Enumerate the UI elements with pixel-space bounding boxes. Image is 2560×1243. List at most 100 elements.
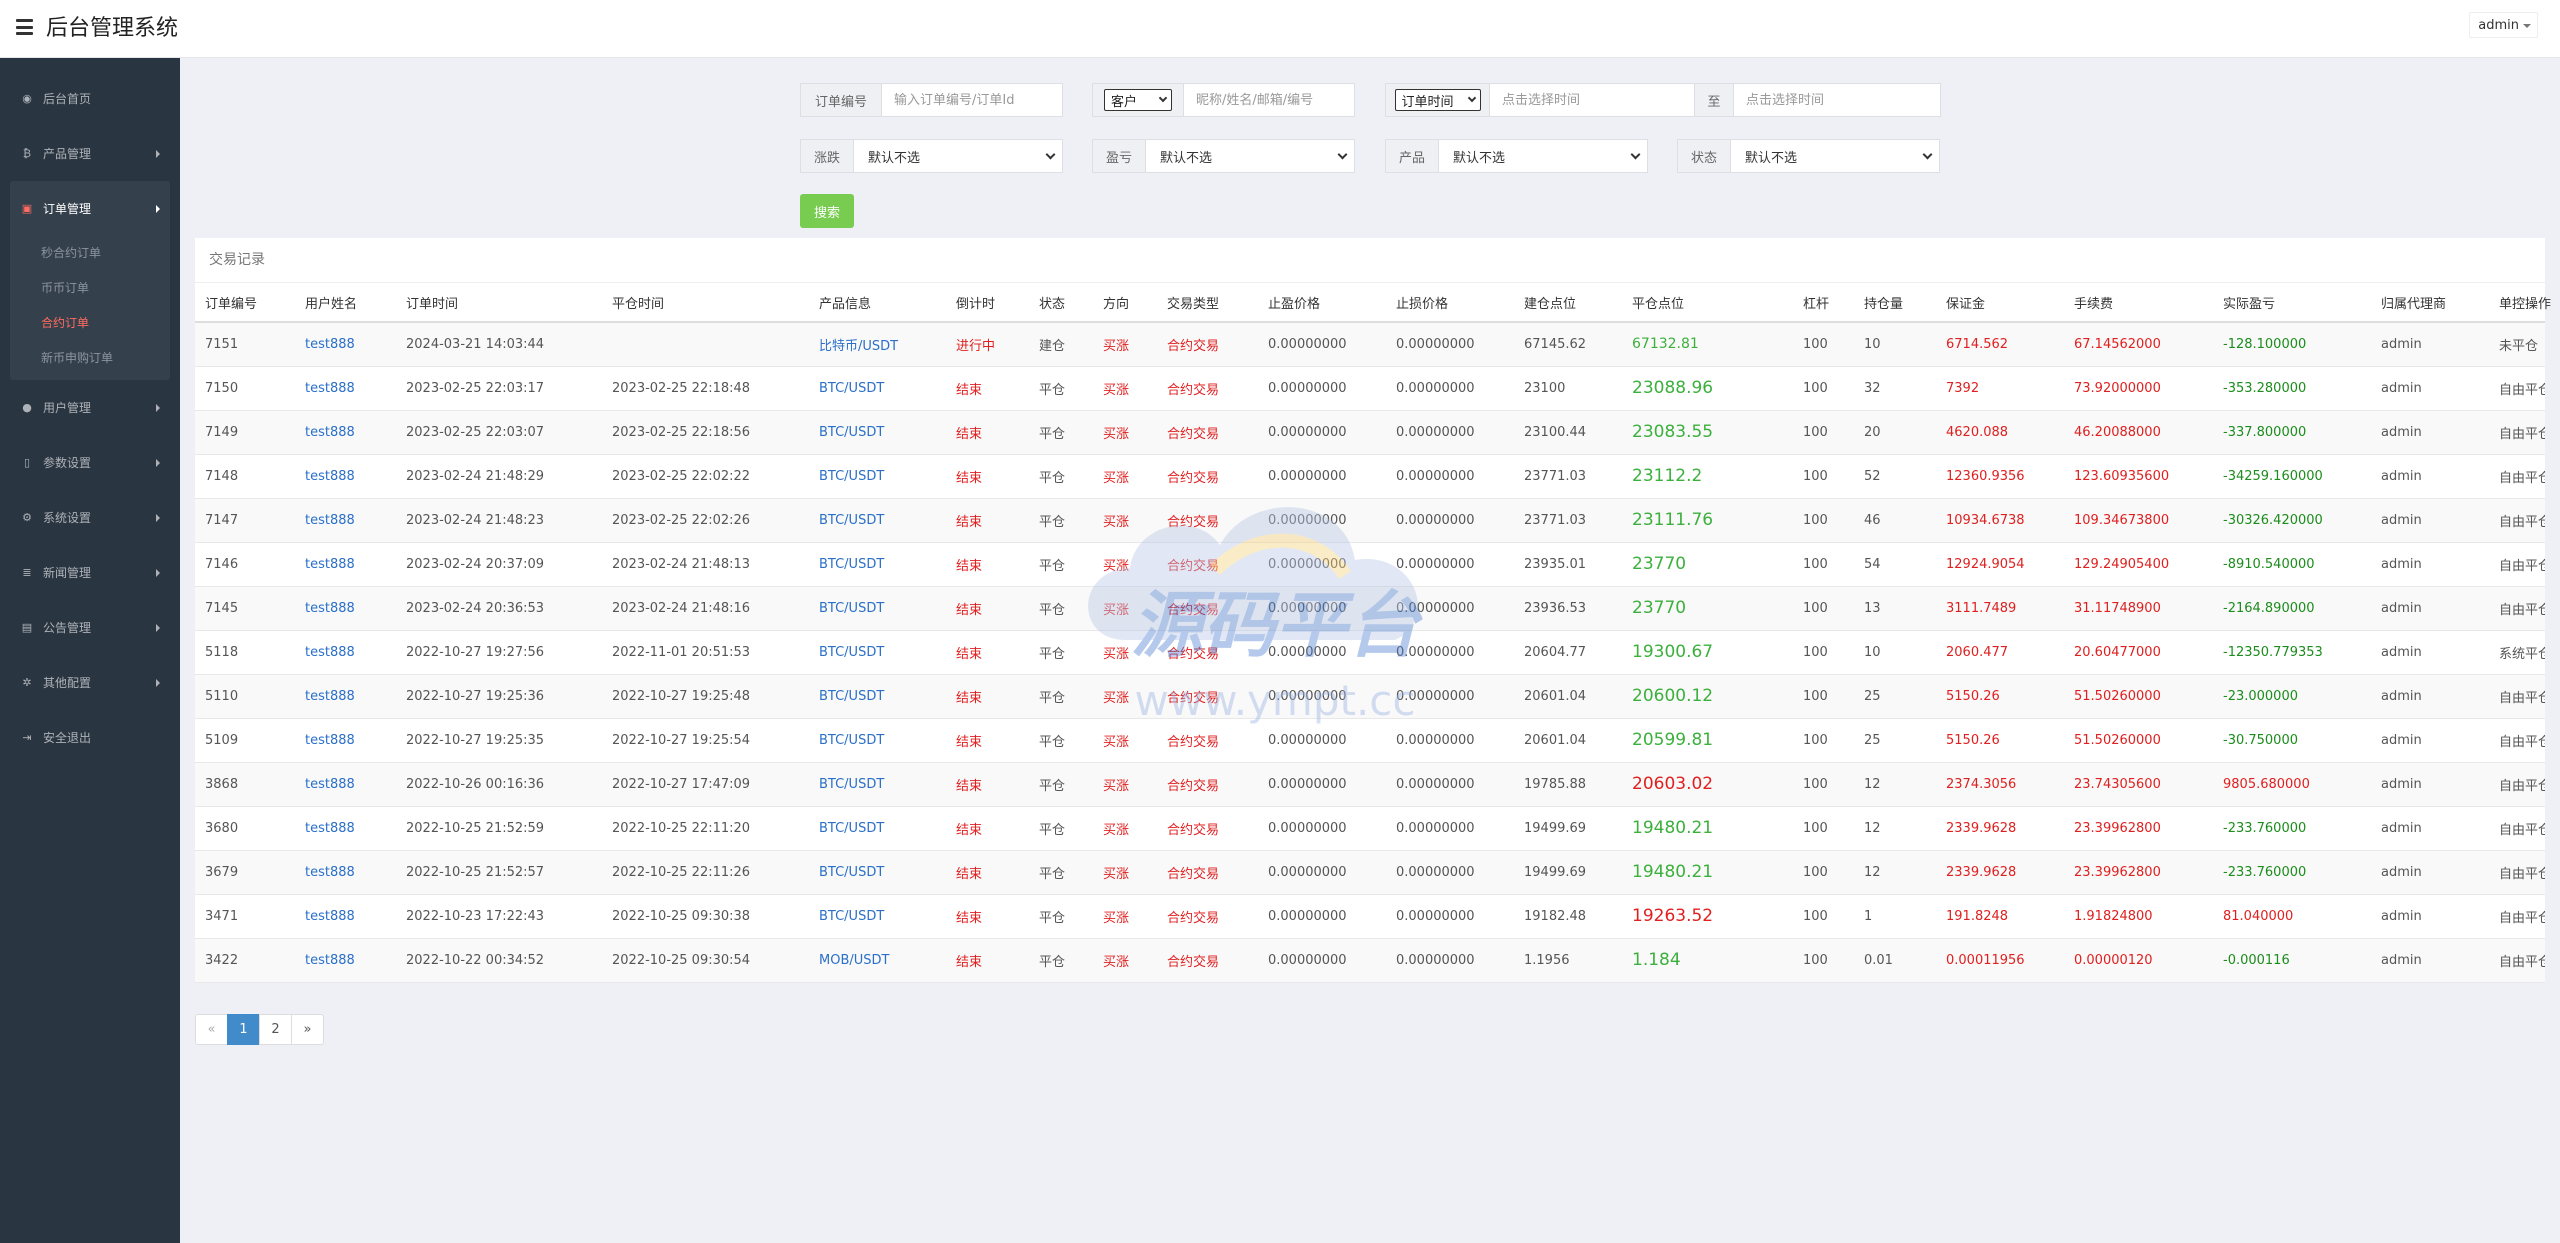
- prev-page-button[interactable]: «: [195, 1014, 228, 1045]
- table-cell: 自由平仓: [2489, 894, 2545, 939]
- table-cell: 2022-10-23 17:22:43: [396, 894, 602, 939]
- table-cell: 0.00000000: [1258, 586, 1386, 631]
- table-cell[interactable]: BTC/USDT: [809, 674, 946, 719]
- table-cell: 合约交易: [1157, 410, 1258, 455]
- table-cell[interactable]: test888: [295, 366, 396, 411]
- table-cell[interactable]: BTC/USDT: [809, 366, 946, 411]
- table-cell[interactable]: test888: [295, 806, 396, 851]
- table-cell[interactable]: test888: [295, 762, 396, 807]
- table-cell[interactable]: test888: [295, 850, 396, 895]
- sidebar-item-1[interactable]: ◉ 后台首页: [0, 71, 180, 126]
- time-filter: 订单时间 至: [1385, 83, 1941, 117]
- table-cell: 自由平仓: [2489, 586, 2545, 631]
- table-cell[interactable]: test888: [295, 630, 396, 675]
- table-cell: admin: [2371, 938, 2489, 983]
- table-cell[interactable]: BTC/USDT: [809, 542, 946, 587]
- order-no-input[interactable]: [882, 84, 1062, 116]
- sidebar-item-2[interactable]: ₿ 产品管理: [0, 126, 180, 181]
- table-cell: 2023-02-25 22:02:26: [602, 498, 809, 543]
- table-cell: 合约交易: [1157, 322, 1258, 367]
- product-select[interactable]: 默认不选: [1439, 140, 1647, 172]
- status-value: 默认不选: [1745, 150, 1798, 166]
- table-cell[interactable]: BTC/USDT: [809, 806, 946, 851]
- table-cell: 2022-10-25 22:11:26: [602, 850, 809, 895]
- table-cell[interactable]: BTC/USDT: [809, 850, 946, 895]
- table-cell[interactable]: BTC/USDT: [809, 498, 946, 543]
- submenu-item-4[interactable]: 新币申购订单: [10, 341, 170, 376]
- table-cell: 20599.81: [1622, 718, 1793, 763]
- table-cell[interactable]: test888: [295, 542, 396, 587]
- table-cell: admin: [2371, 894, 2489, 939]
- table-cell: 结束: [946, 630, 1029, 675]
- sidebar-item-5[interactable]: ▯ 参数设置: [0, 435, 180, 490]
- sidebar-item-3[interactable]: ▣ 订单管理: [10, 181, 170, 236]
- table-cell[interactable]: 比特币/USDT: [809, 322, 946, 367]
- table-cell: 100: [1793, 454, 1854, 499]
- time-type-select[interactable]: 订单时间: [1394, 89, 1481, 111]
- table-cell[interactable]: test888: [295, 586, 396, 631]
- search-button[interactable]: 搜索: [800, 194, 854, 228]
- table-cell: 19263.52: [1622, 894, 1793, 939]
- table-cell[interactable]: BTC/USDT: [809, 454, 946, 499]
- table-cell: -12350.779353: [2213, 630, 2371, 675]
- table-cell[interactable]: test888: [295, 718, 396, 763]
- table-cell: 19182.48: [1514, 894, 1622, 939]
- menu-toggle-icon[interactable]: [16, 19, 33, 35]
- time-end-input[interactable]: [1734, 84, 1940, 116]
- table-cell[interactable]: test888: [295, 322, 396, 367]
- table-cell: 合约交易: [1157, 542, 1258, 587]
- table-row: 3680 test888 2022-10-25 21:52:59 2022-10-25…: [195, 806, 2545, 851]
- page-button-2[interactable]: 2: [259, 1014, 292, 1045]
- status-select[interactable]: 默认不选: [1731, 140, 1939, 172]
- table-cell: 23771.03: [1514, 498, 1622, 543]
- rise-fall-select[interactable]: 默认不选: [854, 140, 1062, 172]
- page-button-1[interactable]: 1: [227, 1014, 260, 1045]
- table-cell: 合约交易: [1157, 894, 1258, 939]
- table-row: 3422 test888 2022-10-22 00:34:52 2022-10-25…: [195, 938, 2545, 983]
- table-cell[interactable]: test888: [295, 454, 396, 499]
- sidebar-item-8[interactable]: ▤ 公告管理: [0, 600, 180, 655]
- table-cell[interactable]: BTC/USDT: [809, 410, 946, 455]
- submenu-item-2[interactable]: 币币订单: [10, 271, 170, 306]
- table-cell: 结束: [946, 938, 1029, 983]
- table-cell[interactable]: test888: [295, 410, 396, 455]
- customer-input[interactable]: [1184, 84, 1354, 116]
- table-cell[interactable]: test888: [295, 498, 396, 543]
- sidebar-item-label: 新闻管理: [43, 566, 92, 580]
- table-cell: 自由平仓: [2489, 366, 2545, 411]
- table-cell: 合约交易: [1157, 674, 1258, 719]
- next-page-button[interactable]: »: [291, 1014, 324, 1045]
- table-cell[interactable]: MOB/USDT: [809, 938, 946, 983]
- table-cell: 7392: [1936, 366, 2064, 411]
- chevron-right-icon: [156, 459, 160, 467]
- sidebar-item-7[interactable]: ≣ 新闻管理: [0, 545, 180, 600]
- table-cell[interactable]: BTC/USDT: [809, 762, 946, 807]
- profit-select[interactable]: 默认不选: [1146, 140, 1354, 172]
- table-cell: 0.00000000: [1386, 498, 1514, 543]
- table-cell: -233.760000: [2213, 806, 2371, 851]
- user-menu[interactable]: admin: [2469, 12, 2538, 38]
- profit-value: 默认不选: [1160, 150, 1213, 166]
- table-cell[interactable]: BTC/USDT: [809, 630, 946, 675]
- table-cell: 100: [1793, 366, 1854, 411]
- sidebar-item-10[interactable]: ⇥ 安全退出: [0, 710, 180, 765]
- table-cell: 2022-10-27 19:25:54: [602, 718, 809, 763]
- table-cell[interactable]: BTC/USDT: [809, 586, 946, 631]
- table-cell[interactable]: test888: [295, 674, 396, 719]
- submenu-item-1[interactable]: 秒合约订单: [10, 236, 170, 271]
- time-start-input[interactable]: [1490, 84, 1694, 116]
- submenu-item-3[interactable]: 合约订单: [10, 306, 170, 341]
- table-cell[interactable]: test888: [295, 894, 396, 939]
- column-header: 用户姓名: [295, 283, 396, 323]
- column-header: 保证金: [1936, 283, 2064, 323]
- sidebar-item-4[interactable]: ● 用户管理: [0, 380, 180, 435]
- sidebar-item-6[interactable]: ⚙ 系统设置: [0, 490, 180, 545]
- table-cell[interactable]: test888: [295, 938, 396, 983]
- table-cell: -23.000000: [2213, 674, 2371, 719]
- customer-type-select[interactable]: 客户: [1104, 89, 1172, 111]
- table-cell[interactable]: BTC/USDT: [809, 718, 946, 763]
- table-cell[interactable]: BTC/USDT: [809, 894, 946, 939]
- table-cell: 0.00000000: [1386, 806, 1514, 851]
- table-cell: 19300.67: [1622, 630, 1793, 675]
- sidebar-item-9[interactable]: ✲ 其他配置: [0, 655, 180, 710]
